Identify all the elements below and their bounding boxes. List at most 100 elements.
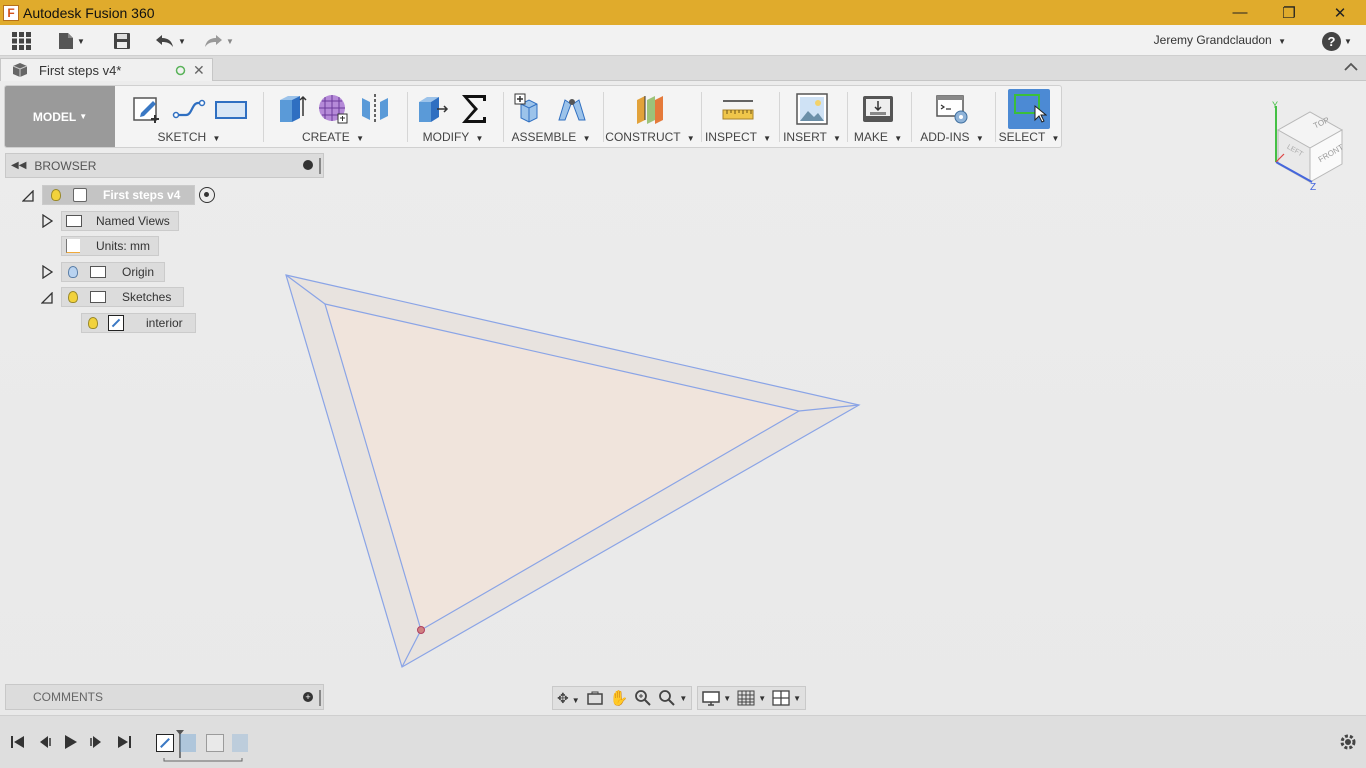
tree-label-named-views: Named Views: [96, 214, 170, 228]
timeline-play-icon[interactable]: [60, 733, 80, 751]
tree-expand-origin[interactable]: [40, 265, 54, 279]
timeline-features: [154, 728, 254, 762]
document-tab[interactable]: First steps v4* ✕: [0, 58, 213, 81]
orbit-icon[interactable]: ✥ ▼: [557, 690, 580, 707]
timeline-extrude-feature-suppressed[interactable]: [232, 734, 248, 752]
toolbar-label-addins[interactable]: ADD-INS ▼: [911, 130, 993, 144]
viewcube-axis-y: Y: [1272, 100, 1278, 110]
3d-print-icon[interactable]: [860, 91, 896, 127]
sketch-point[interactable]: [417, 626, 425, 634]
timeline-go-end-icon[interactable]: [114, 733, 134, 751]
close-button[interactable]: ✕: [1317, 0, 1363, 25]
add-comment-icon[interactable]: +: [303, 692, 313, 702]
nav-tools-group: ✥ ▼ ✋ ▼: [552, 686, 693, 710]
toolbar-label-modify[interactable]: MODIFY ▼: [407, 130, 499, 144]
select-tool-icon[interactable]: [1008, 89, 1050, 129]
data-panel-grid-icon[interactable]: [11, 29, 33, 53]
file-menu-button[interactable]: ▼: [58, 29, 85, 53]
tree-item-origin[interactable]: Origin: [61, 262, 166, 282]
user-name-label: Jeremy Grandclaudon: [1153, 33, 1272, 47]
zoom-icon[interactable]: [634, 689, 652, 707]
viewcube-axis-z: Z: [1310, 182, 1316, 193]
scripts-addins-icon[interactable]: [934, 91, 970, 127]
look-at-icon[interactable]: [586, 690, 604, 706]
toolbar-label-assemble[interactable]: ASSEMBLE ▼: [503, 130, 599, 144]
toolbar-label-make[interactable]: MAKE ▼: [847, 130, 909, 144]
create-form-icon[interactable]: [315, 91, 351, 127]
toolbar-divider: [995, 92, 996, 142]
viewports-icon[interactable]: ▼: [772, 690, 801, 706]
measure-icon[interactable]: [720, 91, 756, 127]
tree-item-units[interactable]: Units: mm: [61, 236, 159, 256]
toolbar-label-select[interactable]: SELECT ▼: [997, 130, 1061, 144]
help-button[interactable]: ? ▼: [1322, 29, 1352, 53]
toolbar-label-inspect[interactable]: INSPECT ▼: [701, 130, 775, 144]
tree-collapse-sketches[interactable]: [40, 291, 54, 305]
timeline-settings-gear-icon[interactable]: [1338, 732, 1358, 752]
tree-item-interior-sketch[interactable]: interior: [81, 313, 196, 333]
minimize-browser-icon[interactable]: [303, 160, 313, 170]
tree-item-named-views[interactable]: Named Views: [61, 211, 179, 231]
timeline-go-start-icon[interactable]: [8, 733, 28, 751]
undo-button[interactable]: ▼: [155, 29, 186, 53]
file-icon: [59, 33, 73, 49]
comments-panel-header[interactable]: COMMENTS +: [5, 684, 324, 710]
redo-button[interactable]: ▼: [203, 29, 234, 53]
insert-canvas-icon[interactable]: [794, 91, 830, 127]
timeline-extrude-feature-suppressed[interactable]: [180, 734, 196, 752]
line-tool-icon[interactable]: [171, 91, 207, 127]
mirror-icon[interactable]: [357, 91, 393, 127]
chevron-down-icon: ▼: [212, 134, 221, 143]
save-button[interactable]: [113, 29, 131, 53]
offset-plane-icon[interactable]: [632, 91, 668, 127]
timeline-step-forward-icon[interactable]: [87, 733, 107, 751]
tree-collapse-root[interactable]: [21, 189, 35, 203]
chevron-down-icon: ▼: [894, 134, 903, 143]
toolbar-label-insert[interactable]: INSERT ▼: [779, 130, 845, 144]
workspace-switcher[interactable]: MODEL ▼: [5, 86, 115, 147]
restore-button[interactable]: ❐: [1266, 0, 1312, 25]
undo-icon: [156, 35, 173, 47]
browser-panel-header[interactable]: ◀◀ BROWSER: [5, 153, 324, 178]
comments-resize-handle[interactable]: [319, 690, 321, 706]
display-settings-icon[interactable]: ▼: [702, 690, 731, 706]
pan-hand-icon[interactable]: ✋: [610, 689, 629, 707]
visibility-bulb-icon[interactable]: [51, 189, 61, 201]
new-component-icon[interactable]: [512, 91, 548, 127]
rectangle-tool-icon[interactable]: [213, 91, 249, 127]
browser-title: BROWSER: [34, 158, 97, 173]
user-account-menu[interactable]: Jeremy Grandclaudon ▼: [1154, 33, 1286, 47]
toolbar-label-create[interactable]: CREATE ▼: [263, 130, 403, 144]
timeline-step-back-icon[interactable]: [34, 733, 54, 751]
extrude-icon[interactable]: [273, 91, 309, 127]
visibility-bulb-icon[interactable]: [88, 317, 98, 329]
visibility-bulb-icon[interactable]: [68, 291, 78, 303]
press-pull-icon[interactable]: [414, 91, 450, 127]
compute-sum-icon[interactable]: [456, 91, 492, 127]
tree-expand-named-views[interactable]: [40, 214, 54, 228]
grid-snap-icon[interactable]: ▼: [737, 690, 766, 706]
browser-resize-handle[interactable]: [319, 158, 321, 174]
minimize-button[interactable]: —: [1217, 0, 1263, 25]
visibility-bulb-icon[interactable]: [68, 266, 78, 278]
chevron-down-icon: ▼: [1344, 36, 1352, 46]
view-cube[interactable]: Y Z TOP FRONT LEFT: [1268, 98, 1348, 194]
timeline-sketch-feature-suppressed[interactable]: [206, 734, 224, 752]
tree-item-sketches[interactable]: Sketches: [61, 287, 185, 307]
document-settings-icon: [66, 239, 80, 253]
close-tab-icon[interactable]: ✕: [193, 62, 205, 79]
timeline-sketch-feature[interactable]: [156, 734, 174, 752]
collapse-ribbon-icon[interactable]: [1344, 62, 1358, 72]
toolbar-label-construct[interactable]: CONSTRUCT ▼: [603, 130, 697, 144]
joint-icon[interactable]: [554, 91, 590, 127]
tree-item-root[interactable]: First steps v4: [42, 185, 216, 205]
tree-label-interior: interior: [146, 316, 183, 330]
fit-view-icon[interactable]: ▼: [658, 689, 687, 707]
chevron-down-icon: ▼: [975, 134, 984, 143]
document-tab-title: First steps v4*: [39, 62, 122, 78]
collapse-browser-icon[interactable]: ◀◀: [11, 160, 26, 171]
folder-icon: [90, 291, 106, 303]
toolbar-label-sketch[interactable]: SKETCH ▼: [119, 130, 259, 144]
create-sketch-icon[interactable]: [129, 91, 165, 127]
toolbar-group-addins: ADD-INS ▼: [911, 86, 993, 147]
